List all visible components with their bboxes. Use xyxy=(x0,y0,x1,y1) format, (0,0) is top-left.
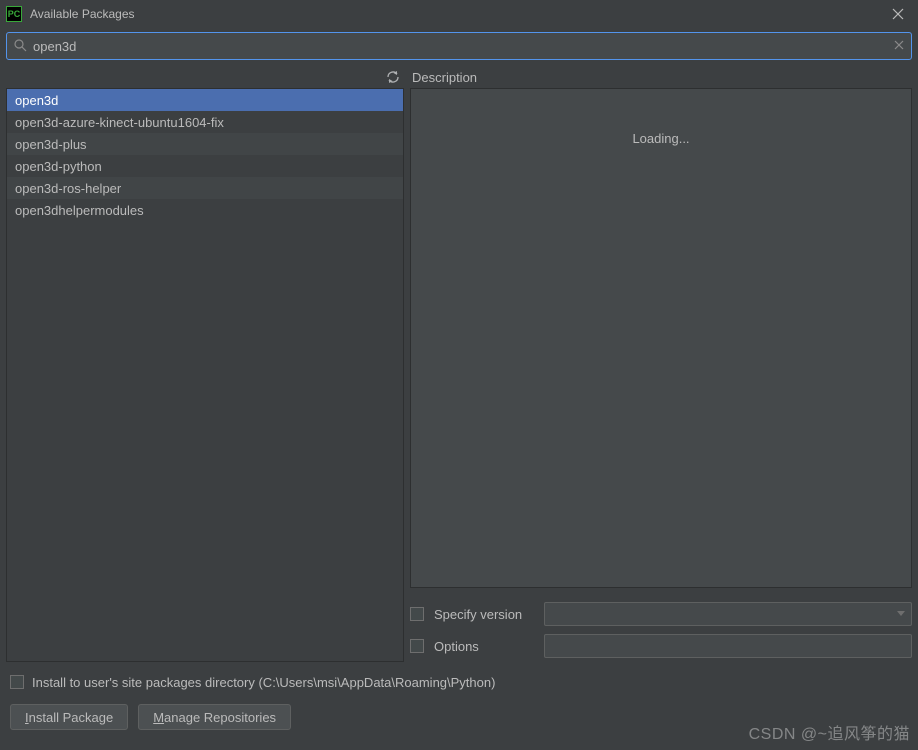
package-list[interactable]: open3d open3d-azure-kinect-ubuntu1604-fi… xyxy=(6,88,404,662)
site-packages-checkbox[interactable] xyxy=(10,675,24,689)
manage-mnemonic: M xyxy=(153,710,164,725)
titlebar: PC Available Packages xyxy=(0,0,918,28)
package-item[interactable]: open3d-ros-helper xyxy=(7,177,403,199)
options-input[interactable] xyxy=(544,634,912,658)
manage-label: anage Repositories xyxy=(164,710,276,725)
search-input[interactable] xyxy=(33,39,893,54)
package-item[interactable]: open3d-plus xyxy=(7,133,403,155)
options-row: Options xyxy=(410,630,912,662)
left-header xyxy=(6,66,404,88)
package-name: open3d-ros-helper xyxy=(15,181,121,196)
app-icon: PC xyxy=(6,6,22,22)
window-title: Available Packages xyxy=(30,7,884,21)
description-label: Description xyxy=(410,66,912,88)
package-name: open3d-azure-kinect-ubuntu1604-fix xyxy=(15,115,224,130)
specify-version-row: Specify version xyxy=(410,598,912,630)
watermark: CSDN @~追风筝的猫 xyxy=(749,720,910,744)
refresh-icon[interactable] xyxy=(384,68,402,86)
search-row xyxy=(0,28,918,66)
right-column: Description Loading... Specify version O… xyxy=(410,66,912,662)
right-options: Specify version Options xyxy=(410,598,912,662)
options-checkbox[interactable] xyxy=(410,639,424,653)
close-icon[interactable] xyxy=(884,0,912,28)
description-panel: Loading... xyxy=(410,88,912,588)
site-packages-label: Install to user's site packages director… xyxy=(32,675,495,690)
package-name: open3d xyxy=(15,93,58,108)
app-badge-text: PC xyxy=(8,9,21,19)
options-label: Options xyxy=(434,639,534,654)
package-item[interactable]: open3d-python xyxy=(7,155,403,177)
main-area: open3d open3d-azure-kinect-ubuntu1604-fi… xyxy=(0,66,918,662)
install-label: nstall Package xyxy=(29,710,114,725)
description-status: Loading... xyxy=(632,131,689,146)
package-name: open3d-python xyxy=(15,159,102,174)
search-field-wrap xyxy=(6,32,912,60)
chevron-down-icon xyxy=(897,611,905,617)
version-select[interactable] xyxy=(544,602,912,626)
package-name: open3d-plus xyxy=(15,137,87,152)
left-column: open3d open3d-azure-kinect-ubuntu1604-fi… xyxy=(6,66,404,662)
package-item[interactable]: open3d-azure-kinect-ubuntu1604-fix xyxy=(7,111,403,133)
search-icon xyxy=(13,38,27,55)
package-name: open3dhelpermodules xyxy=(15,203,144,218)
manage-repositories-button[interactable]: Manage Repositories xyxy=(138,704,291,730)
clear-icon[interactable] xyxy=(893,38,905,54)
package-item[interactable]: open3d xyxy=(7,89,403,111)
specify-version-label: Specify version xyxy=(434,607,534,622)
specify-version-checkbox[interactable] xyxy=(410,607,424,621)
install-package-button[interactable]: Install Package xyxy=(10,704,128,730)
site-packages-row: Install to user's site packages director… xyxy=(10,666,908,698)
package-item[interactable]: open3dhelpermodules xyxy=(7,199,403,221)
